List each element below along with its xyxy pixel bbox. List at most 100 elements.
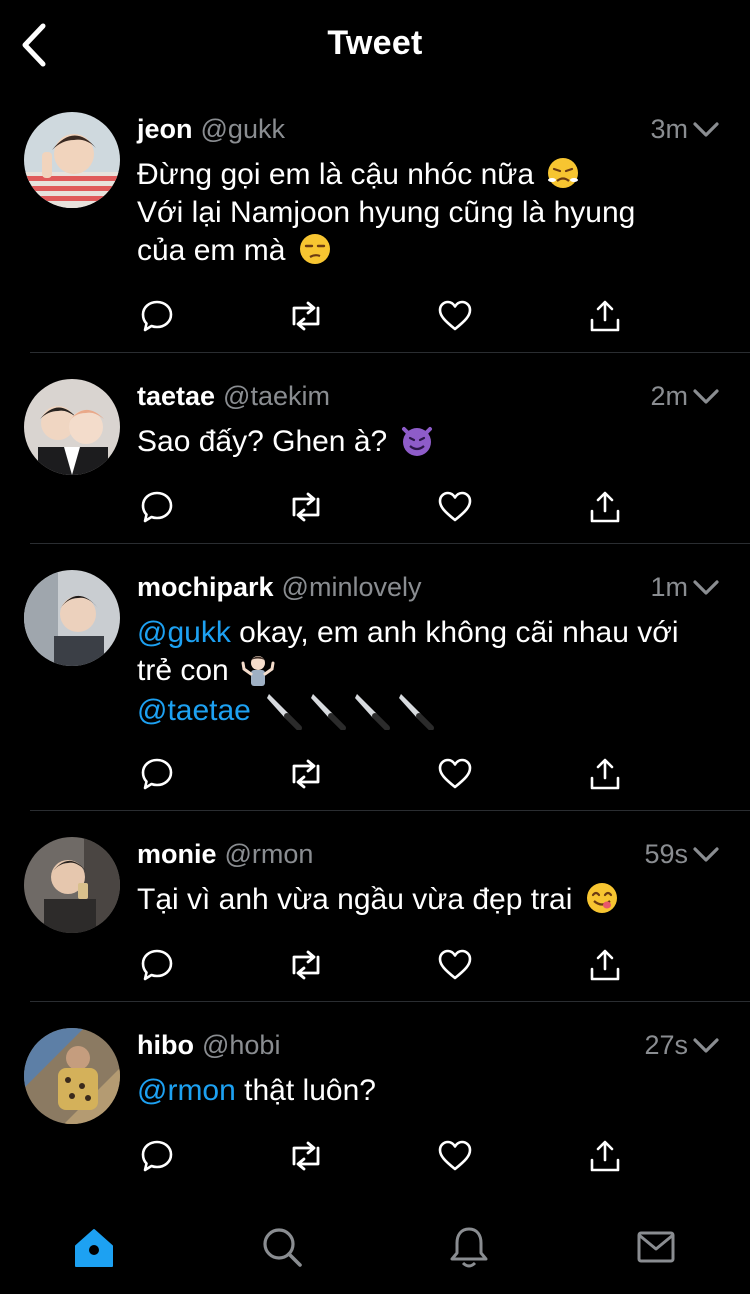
tweet-actions	[137, 296, 637, 336]
tab-bar	[0, 1205, 750, 1294]
tweet-actions	[137, 945, 637, 985]
divider	[30, 810, 750, 811]
tweet-text: Tại vì anh vừa ngầu vừa đẹp trai	[137, 881, 727, 919]
timestamp: 1m	[650, 572, 688, 602]
display-name[interactable]: monie	[137, 839, 217, 869]
tweet-actions	[137, 487, 637, 527]
share-button[interactable]	[585, 296, 625, 336]
reply-button[interactable]	[137, 1136, 177, 1176]
reply-button[interactable]	[137, 487, 177, 527]
like-button[interactable]	[435, 296, 475, 336]
tab-home[interactable]	[66, 1219, 122, 1275]
home-icon	[75, 1229, 113, 1267]
retweet-icon	[292, 759, 320, 789]
messages-icon	[637, 1231, 675, 1263]
reply-button[interactable]	[137, 945, 177, 985]
retweet-icon	[292, 1141, 320, 1171]
tab-messages[interactable]	[628, 1219, 684, 1275]
reply-icon	[141, 491, 173, 523]
notifications-icon	[450, 1227, 488, 1268]
chevron-down-icon[interactable]	[692, 845, 720, 865]
like-icon	[438, 491, 472, 522]
chevron-down-icon[interactable]	[692, 1036, 720, 1056]
reply-button[interactable]	[137, 754, 177, 794]
search-icon	[263, 1228, 302, 1267]
user-handle[interactable]: @gukk	[201, 114, 285, 144]
chevron-down-icon[interactable]	[692, 578, 720, 598]
display-name[interactable]: mochipark	[137, 572, 274, 602]
like-button[interactable]	[435, 945, 475, 985]
share-button[interactable]	[585, 1136, 625, 1176]
retweet-button[interactable]	[286, 945, 326, 985]
like-icon	[438, 949, 472, 980]
user-handle[interactable]: @taekim	[223, 381, 330, 411]
avatar[interactable]	[24, 1028, 120, 1124]
share-icon	[590, 1140, 620, 1172]
knife-emoji	[355, 694, 391, 730]
tweet-header: jeon @gukk	[137, 114, 285, 145]
tweet-header: hibo @hobi	[137, 1030, 280, 1061]
smiling-imp-emoji	[401, 427, 432, 456]
display-name[interactable]: jeon	[137, 114, 193, 144]
reply-button[interactable]	[137, 296, 177, 336]
share-button[interactable]	[585, 754, 625, 794]
mention-link[interactable]: @gukk	[137, 616, 231, 649]
tab-search[interactable]	[254, 1219, 310, 1275]
retweet-button[interactable]	[286, 1136, 326, 1176]
tweet-header: monie @rmon	[137, 839, 313, 870]
like-icon	[438, 300, 472, 331]
reply-icon	[141, 949, 173, 981]
reply-icon	[141, 758, 173, 790]
timestamp: 59s	[644, 839, 688, 869]
tweet-header: mochipark @minlovely	[137, 572, 422, 603]
retweet-icon	[292, 492, 320, 522]
retweet-button[interactable]	[286, 296, 326, 336]
display-name[interactable]: hibo	[137, 1030, 194, 1060]
avatar[interactable]	[24, 837, 120, 933]
timestamp: 2m	[650, 381, 688, 411]
header: Tweet	[0, 0, 750, 90]
divider	[30, 543, 750, 544]
share-icon	[590, 300, 620, 332]
retweet-icon	[292, 950, 320, 980]
reply-icon	[141, 300, 173, 332]
like-button[interactable]	[435, 1136, 475, 1176]
like-icon	[438, 1140, 472, 1171]
mention-link[interactable]: @taetae	[137, 694, 251, 727]
face-savoring-food-emoji	[586, 883, 617, 913]
like-button[interactable]	[435, 487, 475, 527]
tweet-text: @gukk okay, em anh không cãi nhau với tr…	[137, 614, 727, 730]
page-title: Tweet	[327, 24, 423, 62]
tweet-actions	[137, 754, 637, 794]
share-icon	[590, 758, 620, 790]
tweet-text: Sao đấy? Ghen à?	[137, 423, 727, 461]
avatar[interactable]	[24, 379, 120, 475]
pouting-face-emoji	[548, 158, 579, 188]
knife-emoji	[311, 694, 347, 730]
person-shrugging-emoji	[241, 656, 275, 686]
retweet-button[interactable]	[286, 487, 326, 527]
knife-emoji	[399, 694, 435, 730]
avatar[interactable]	[24, 570, 120, 666]
like-icon	[438, 758, 472, 789]
chevron-down-icon[interactable]	[692, 387, 720, 407]
tweet-text: Đừng gọi em là cậu nhóc nữa Với lại Namj…	[137, 158, 636, 267]
like-button[interactable]	[435, 754, 475, 794]
chevron-down-icon[interactable]	[692, 120, 720, 140]
unamused-face-emoji	[299, 234, 330, 264]
tab-notifications[interactable]	[441, 1219, 497, 1275]
timestamp: 3m	[650, 114, 688, 144]
knife-emoji	[267, 694, 303, 730]
avatar[interactable]	[24, 112, 120, 208]
user-handle[interactable]: @minlovely	[282, 572, 422, 602]
display-name[interactable]: taetae	[137, 381, 215, 411]
share-button[interactable]	[585, 945, 625, 985]
tweet-header: taetae @taekim	[137, 381, 330, 412]
share-button[interactable]	[585, 487, 625, 527]
user-handle[interactable]: @hobi	[202, 1030, 280, 1060]
user-handle[interactable]: @rmon	[225, 839, 314, 869]
retweet-button[interactable]	[286, 754, 326, 794]
divider	[30, 1001, 750, 1002]
timestamp: 27s	[644, 1030, 688, 1060]
mention-link[interactable]: @rmon	[137, 1074, 236, 1107]
